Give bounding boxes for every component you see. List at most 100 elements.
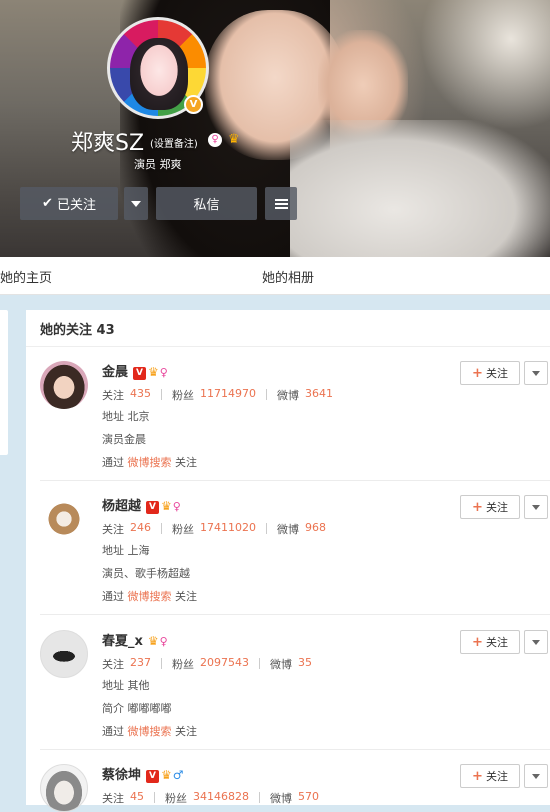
more-options-button[interactable]: [524, 495, 548, 519]
set-remark-link[interactable]: (设置备注): [150, 135, 198, 150]
fans-label: 粉丝: [172, 658, 194, 671]
followed-button-label: 已关注: [56, 198, 96, 213]
fans-label: 粉丝: [172, 389, 194, 402]
more-options-button[interactable]: [524, 630, 548, 654]
list-item: 蔡徐坤 V ♛♂ 关注 45 粉丝 34146828 微博 570 + 关注: [26, 750, 550, 812]
fans-count[interactable]: 17411020: [200, 521, 256, 537]
user-description: 演员金晨: [102, 433, 146, 446]
follow-button[interactable]: + 关注: [460, 764, 520, 788]
vip-crown-icon: ♛: [148, 365, 159, 379]
profile-intro: 演员 郑爽: [134, 158, 182, 171]
following-list-panel: 她的关注 43 金晨 V ♛♀ 关注 435 粉丝 11714970 微博 3641 地址…: [26, 310, 550, 812]
following-count[interactable]: 237: [130, 656, 151, 672]
follow-source: 通过 微博搜索 关注: [102, 590, 197, 603]
vip-crown-icon: ♛: [228, 132, 240, 147]
following-label: 关注: [102, 658, 124, 671]
list-item: 杨超越 V ♛♀ 关注 246 粉丝 17411020 微博 968 地址 上海 演员、歌…: [26, 481, 550, 615]
user-stats: 关注 45 粉丝 34146828 微博 570: [102, 790, 319, 806]
plus-icon: +: [472, 768, 483, 784]
plus-icon: +: [472, 365, 483, 381]
user-address: 地址 上海: [102, 544, 150, 557]
source-link[interactable]: 微博搜索: [128, 590, 172, 603]
follow-button[interactable]: + 关注: [460, 630, 520, 654]
user-intro: 简介 嘟嘟嘟嘟: [102, 702, 172, 715]
plus-icon: +: [472, 499, 483, 515]
follow-button[interactable]: + 关注: [460, 495, 520, 519]
following-label: 关注: [102, 389, 124, 402]
following-label: 关注: [102, 792, 124, 805]
avatar[interactable]: [40, 495, 88, 543]
avatar[interactable]: [40, 361, 88, 409]
panel-title: 她的关注 43: [40, 323, 115, 338]
more-options-button[interactable]: [524, 361, 548, 385]
plus-icon: +: [472, 634, 483, 650]
user-description: 演员、歌手杨超越: [102, 567, 190, 580]
female-icon: ♀: [172, 500, 181, 513]
chevron-down-icon: [532, 370, 540, 376]
profile-nickname: 郑爽SZ: [71, 131, 145, 156]
fans-label: 粉丝: [165, 792, 187, 805]
more-menu-button[interactable]: [265, 187, 297, 220]
following-count[interactable]: 246: [130, 521, 151, 537]
female-icon: ♀: [159, 635, 168, 648]
chevron-down-icon: [532, 504, 540, 510]
weibo-label: 微博: [277, 523, 299, 536]
tab-home[interactable]: 她的主页: [0, 267, 52, 286]
tab-album[interactable]: 她的相册: [262, 267, 314, 286]
chevron-down-icon: [131, 200, 141, 207]
menu-icon: [274, 198, 288, 209]
verified-v-icon: V: [133, 367, 147, 380]
vip-crown-icon: ♛: [161, 499, 172, 513]
verified-v-icon: V: [146, 770, 160, 783]
following-count[interactable]: 45: [130, 790, 144, 806]
follow-source: 通过 微博搜索 关注: [102, 725, 197, 738]
weibo-label: 微博: [270, 792, 292, 805]
fans-count[interactable]: 11714970: [200, 387, 256, 403]
weibo-count[interactable]: 570: [298, 790, 319, 806]
weibo-label: 微博: [277, 389, 299, 402]
fans-label: 粉丝: [172, 523, 194, 536]
user-stats: 关注 246 粉丝 17411020 微博 968: [102, 521, 326, 537]
user-name[interactable]: 杨超越: [102, 499, 141, 514]
avatar[interactable]: [40, 630, 88, 678]
more-options-button[interactable]: [524, 764, 548, 788]
follow-button[interactable]: + 关注: [460, 361, 520, 385]
user-stats: 关注 237 粉丝 2097543 微博 35: [102, 656, 312, 672]
female-icon: ♀: [208, 133, 222, 147]
user-name[interactable]: 春夏_x: [102, 634, 143, 649]
user-address: 地址 其他: [102, 679, 150, 692]
message-button-label: 私信: [193, 198, 220, 213]
follow-source: 通过 微博搜索 关注: [102, 456, 197, 469]
weibo-count[interactable]: 968: [305, 521, 326, 537]
fans-count[interactable]: 34146828: [193, 790, 249, 806]
list-item: 金晨 V ♛♀ 关注 435 粉丝 11714970 微博 3641 地址 北京 演员金晨…: [26, 347, 550, 481]
female-icon: ♀: [159, 366, 168, 379]
weibo-count[interactable]: 35: [298, 656, 312, 672]
follow-options-dropdown[interactable]: [124, 187, 148, 220]
user-stats: 关注 435 粉丝 11714970 微博 3641: [102, 387, 333, 403]
source-link[interactable]: 微博搜索: [128, 725, 172, 738]
vip-crown-icon: ♛: [147, 634, 159, 648]
chevron-down-icon: [532, 639, 540, 645]
user-address: 地址 北京: [102, 410, 150, 423]
list-item: 春夏_x ♛♀ 关注 237 粉丝 2097543 微博 35 地址 其他 简介 嘟嘟嘟…: [26, 616, 550, 750]
weibo-label: 微博: [270, 658, 292, 671]
profile-tabs: 她的主页 她的相册: [0, 257, 550, 295]
fans-count[interactable]: 2097543: [200, 656, 249, 672]
chevron-down-icon: [532, 773, 540, 779]
profile-cover: V 郑爽SZ (设置备注) ♀ ♛ 演员 郑爽 ✔ 已关注 私信: [0, 0, 550, 257]
following-count[interactable]: 435: [130, 387, 151, 403]
weibo-count[interactable]: 3641: [305, 387, 333, 403]
verified-v-icon: V: [184, 95, 203, 114]
followed-button[interactable]: ✔ 已关注: [20, 187, 118, 220]
following-label: 关注: [102, 523, 124, 536]
message-button[interactable]: 私信: [156, 187, 257, 220]
check-icon: ✔: [42, 196, 53, 211]
male-icon: ♂: [172, 768, 184, 782]
user-name[interactable]: 蔡徐坤: [102, 768, 141, 783]
user-name[interactable]: 金晨: [102, 365, 128, 380]
vip-crown-icon: ♛: [161, 768, 172, 782]
sidebar-edge: [0, 310, 8, 455]
source-link[interactable]: 微博搜索: [128, 456, 172, 469]
verified-v-icon: V: [146, 501, 160, 514]
